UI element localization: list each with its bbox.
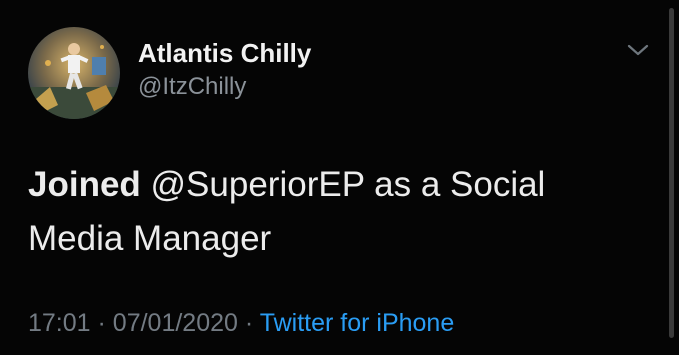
- tweet-meta: 17:01 · 07/01/2020 · Twitter for iPhone: [28, 309, 454, 338]
- tweet-text: Joined @SuperiorEP as a Social Media Man…: [28, 158, 628, 266]
- meta-separator: ·: [244, 309, 254, 337]
- tweet-text-bold: Joined: [28, 165, 141, 204]
- user-handle[interactable]: @ItzChilly: [138, 73, 246, 101]
- avatar[interactable]: [28, 27, 120, 119]
- meta-separator: ·: [97, 309, 106, 337]
- display-name[interactable]: Atlantis Chilly: [138, 38, 311, 69]
- tweet-date[interactable]: 07/01/2020: [113, 309, 238, 337]
- tweet-source-link[interactable]: Twitter for iPhone: [260, 309, 455, 337]
- tweet-card: Atlantis Chilly @ItzChilly Joined @Super…: [0, 0, 679, 355]
- tweet-time[interactable]: 17:01: [28, 309, 91, 337]
- scrollbar[interactable]: [669, 8, 674, 338]
- chevron-down-icon[interactable]: [626, 42, 650, 58]
- avatar-image: [28, 27, 120, 119]
